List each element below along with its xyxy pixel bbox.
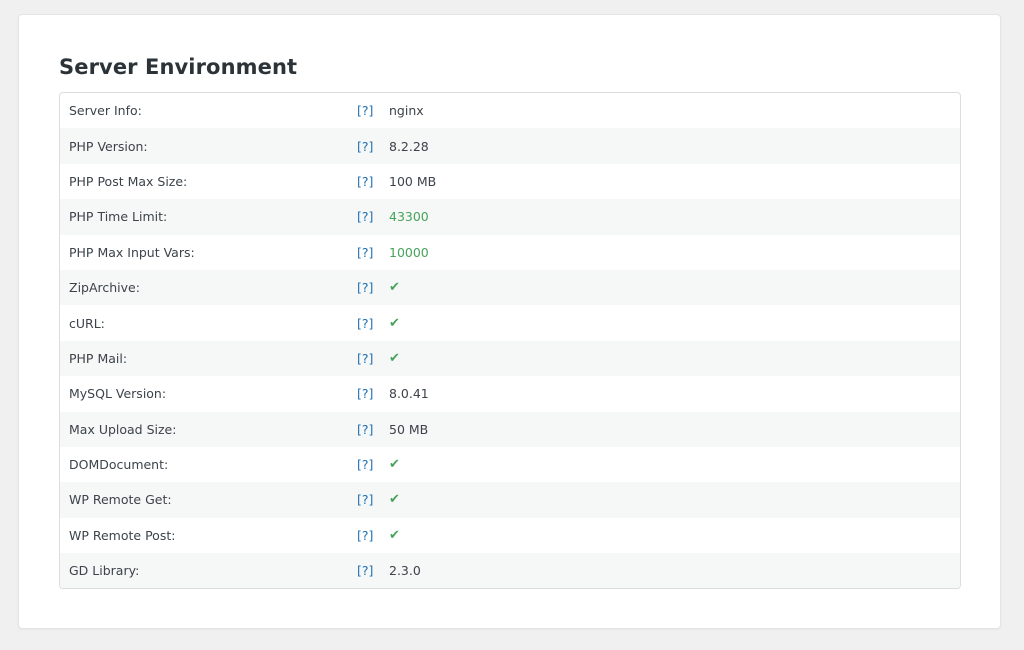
checkmark-icon: ✔ bbox=[389, 315, 400, 331]
table-row: PHP Version: [?] 8.2.28 bbox=[60, 128, 960, 164]
row-label: PHP Mail: bbox=[69, 350, 128, 366]
table-row: cURL: [?] ✔ bbox=[60, 305, 960, 340]
help-link[interactable]: [?] bbox=[357, 563, 389, 578]
help-link[interactable]: [?] bbox=[357, 139, 389, 154]
help-link[interactable]: [?] bbox=[357, 422, 389, 437]
row-value: 100 MB bbox=[389, 173, 437, 189]
help-link[interactable]: [?] bbox=[357, 209, 389, 224]
row-label: cURL: bbox=[69, 315, 105, 331]
table-row: Server Info: [?] nginx bbox=[60, 93, 960, 128]
row-label: PHP Version: bbox=[69, 138, 148, 154]
row-label: ZipArchive: bbox=[69, 280, 140, 296]
row-label: MySQL Version: bbox=[69, 386, 167, 402]
table-row: WP Remote Get: [?] ✔ bbox=[60, 482, 960, 518]
table-row: PHP Post Max Size: [?] 100 MB bbox=[60, 164, 960, 199]
row-value: 2.3.0 bbox=[389, 563, 421, 579]
row-label: Server Info: bbox=[69, 103, 142, 119]
table-row: WP Remote Post: [?] ✔ bbox=[60, 518, 960, 553]
table-row: Max Upload Size: [?] 50 MB bbox=[60, 411, 960, 447]
help-link[interactable]: [?] bbox=[357, 528, 389, 543]
table-row: PHP Max Input Vars: [?] 10000 bbox=[60, 235, 960, 270]
help-link[interactable]: [?] bbox=[357, 103, 389, 118]
help-link[interactable]: [?] bbox=[357, 386, 389, 401]
row-label: DOMDocument: bbox=[69, 457, 169, 473]
row-value: 8.2.28 bbox=[389, 138, 429, 154]
row-label: PHP Post Max Size: bbox=[69, 173, 188, 189]
help-link[interactable]: [?] bbox=[357, 316, 389, 331]
table-row: PHP Time Limit: [?] 43300 bbox=[60, 199, 960, 235]
row-value: nginx bbox=[389, 103, 424, 119]
help-link[interactable]: [?] bbox=[357, 280, 389, 295]
table-row: MySQL Version: [?] 8.0.41 bbox=[60, 376, 960, 411]
help-link[interactable]: [?] bbox=[357, 492, 389, 507]
checkmark-icon: ✔ bbox=[389, 280, 400, 296]
row-value: 10000 bbox=[389, 244, 429, 260]
checkmark-icon: ✔ bbox=[389, 350, 400, 366]
table-row: DOMDocument: [?] ✔ bbox=[60, 447, 960, 482]
help-link[interactable]: [?] bbox=[357, 457, 389, 472]
help-link[interactable]: [?] bbox=[357, 245, 389, 260]
checkmark-icon: ✔ bbox=[389, 492, 400, 508]
table-row: PHP Mail: [?] ✔ bbox=[60, 340, 960, 377]
row-label: PHP Time Limit: bbox=[69, 209, 168, 225]
row-value: 50 MB bbox=[389, 421, 429, 437]
help-link[interactable]: [?] bbox=[357, 351, 389, 366]
row-label: Max Upload Size: bbox=[69, 421, 177, 437]
section-title: Server Environment bbox=[59, 55, 298, 79]
help-link[interactable]: [?] bbox=[357, 174, 389, 189]
server-environment-panel: Server Environment Server Info: [?] nginx P… bbox=[18, 14, 1001, 629]
row-value: 43300 bbox=[389, 209, 429, 225]
checkmark-icon: ✔ bbox=[389, 457, 400, 473]
row-label: PHP Max Input Vars: bbox=[69, 244, 195, 260]
row-label: WP Remote Get: bbox=[69, 492, 172, 508]
row-value: 8.0.41 bbox=[389, 386, 429, 402]
row-label: GD Library: bbox=[69, 563, 140, 579]
row-label: WP Remote Post: bbox=[69, 527, 176, 543]
table-row: ZipArchive: [?] ✔ bbox=[60, 269, 960, 306]
environment-table: Server Info: [?] nginx PHP Version: [?] 8.2.2… bbox=[59, 92, 961, 590]
table-row: GD Library: [?] 2.3.0 bbox=[60, 553, 960, 589]
checkmark-icon: ✔ bbox=[389, 527, 400, 543]
